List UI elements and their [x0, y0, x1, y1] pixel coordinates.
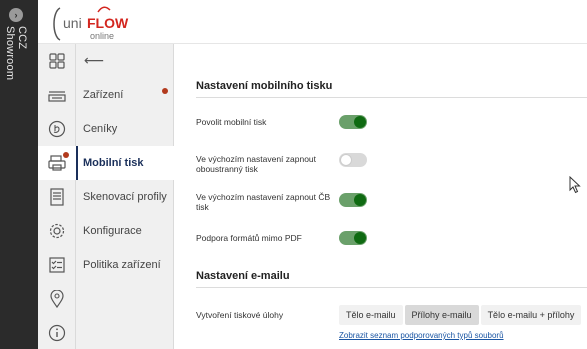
logo-uni: uni: [63, 15, 82, 31]
grid-icon: [49, 53, 65, 69]
sidebar-item-mobile-print[interactable]: Mobilní tisk: [76, 146, 174, 180]
rail-pricing[interactable]: [38, 112, 76, 146]
printer-icon: [48, 91, 66, 102]
rail-devices[interactable]: [38, 78, 76, 112]
setting-label-duplex-default: Ve výchozím nastavení zapnout oboustrann…: [196, 154, 317, 174]
logo-graphic: uni FLOW online: [53, 6, 129, 41]
bw-default-toggle[interactable]: [339, 193, 367, 207]
icon-rail: [38, 44, 76, 349]
sidebar-item-configuration[interactable]: Konfigurace: [76, 214, 174, 248]
toggle-knob: [340, 154, 352, 166]
mobile-print-section-title: Nastavení mobilního tisku: [196, 80, 333, 92]
header: uni FLOW online: [38, 0, 587, 44]
toggle-knob: [354, 194, 366, 206]
option-email-body-and-attachments[interactable]: Tělo e-mailu + přílohy: [480, 305, 582, 325]
scan-icon: [50, 188, 64, 206]
setting-label-enable-mobile-print: Povolit mobilní tisk: [196, 117, 267, 127]
sidebar-item-label: Konfigurace: [83, 225, 142, 237]
supported-file-types-link[interactable]: Zobrazit seznam podporovaných typů soubo…: [339, 331, 504, 340]
enable-mobile-print-toggle[interactable]: [339, 115, 367, 129]
print-job-creation-label: Vytvoření tiskové úlohy: [196, 310, 284, 320]
uniflow-logo[interactable]: uni FLOW online: [50, 6, 160, 42]
rail-configuration[interactable]: [38, 214, 76, 248]
info-icon: [48, 324, 66, 342]
logo-online: online: [90, 31, 114, 41]
toggle-knob: [354, 232, 366, 244]
app-window: › CCZ Showroom uni FLOW online ⟵ Zařízen…: [0, 0, 587, 349]
sidebar-item-label: Politika zařízení: [83, 259, 161, 271]
email-section-title: Nastavení e-mailu: [196, 270, 290, 282]
sidebar-item-label: Zařízení: [83, 89, 124, 101]
policy-checklist-icon: [49, 257, 65, 273]
duplex-default-toggle[interactable]: [339, 153, 367, 167]
back-arrow-icon[interactable]: ⟵: [84, 52, 104, 69]
sidebar-item-device-policy[interactable]: Politika zařízení: [76, 248, 174, 282]
tenant-name: CCZ Showroom: [4, 26, 28, 81]
settings-gear-icon: [49, 223, 65, 239]
option-email-attachments[interactable]: Přílohy e-mailu: [404, 305, 479, 325]
rail-mobile-print[interactable]: [38, 146, 76, 180]
mouse-cursor-icon: [569, 175, 581, 199]
section-divider: [196, 97, 587, 98]
mobile-print-badge: [63, 152, 69, 158]
section-divider: [196, 287, 587, 288]
rail-device-policy[interactable]: [38, 248, 76, 282]
print-job-segmented-control: Tělo e-mailu Přílohy e-mailu Tělo e-mail…: [339, 305, 582, 325]
sidebar-item-scan-profiles[interactable]: Skenovací profily: [76, 180, 174, 214]
expand-strip-icon[interactable]: ›: [9, 8, 23, 22]
rail-scan-profiles[interactable]: [38, 180, 76, 214]
tenant-strip: › CCZ Showroom: [0, 0, 38, 349]
rail-dashboard[interactable]: [38, 44, 76, 78]
rail-info[interactable]: [38, 316, 76, 349]
option-email-body[interactable]: Tělo e-mailu: [339, 305, 403, 325]
sidebar-nav: ⟵ Zařízení Ceníky Mobilní tisk Skenovací…: [76, 44, 174, 349]
location-pin-icon: [50, 290, 64, 308]
devices-badge: [162, 88, 168, 94]
sidebar-item-label: Ceníky: [83, 123, 118, 135]
logo-flow: FLOW: [87, 15, 129, 31]
rail-location[interactable]: [38, 282, 76, 316]
toggle-knob: [354, 116, 366, 128]
pricing-icon: [48, 120, 66, 138]
sidebar-item-pricing[interactable]: Ceníky: [76, 112, 174, 146]
sidebar-item-devices[interactable]: Zařízení: [76, 78, 174, 112]
sidebar-item-label: Skenovací profily: [83, 191, 167, 203]
setting-label-bw-default: Ve výchozím nastavení zapnout ČB tisk: [196, 192, 331, 212]
main-content: Nastavení mobilního tisku Povolit mobiln…: [174, 44, 587, 349]
sidebar-item-label: Mobilní tisk: [83, 157, 144, 169]
setting-label-non-pdf-formats: Podpora formátů mimo PDF: [196, 233, 302, 243]
non-pdf-formats-toggle[interactable]: [339, 231, 367, 245]
